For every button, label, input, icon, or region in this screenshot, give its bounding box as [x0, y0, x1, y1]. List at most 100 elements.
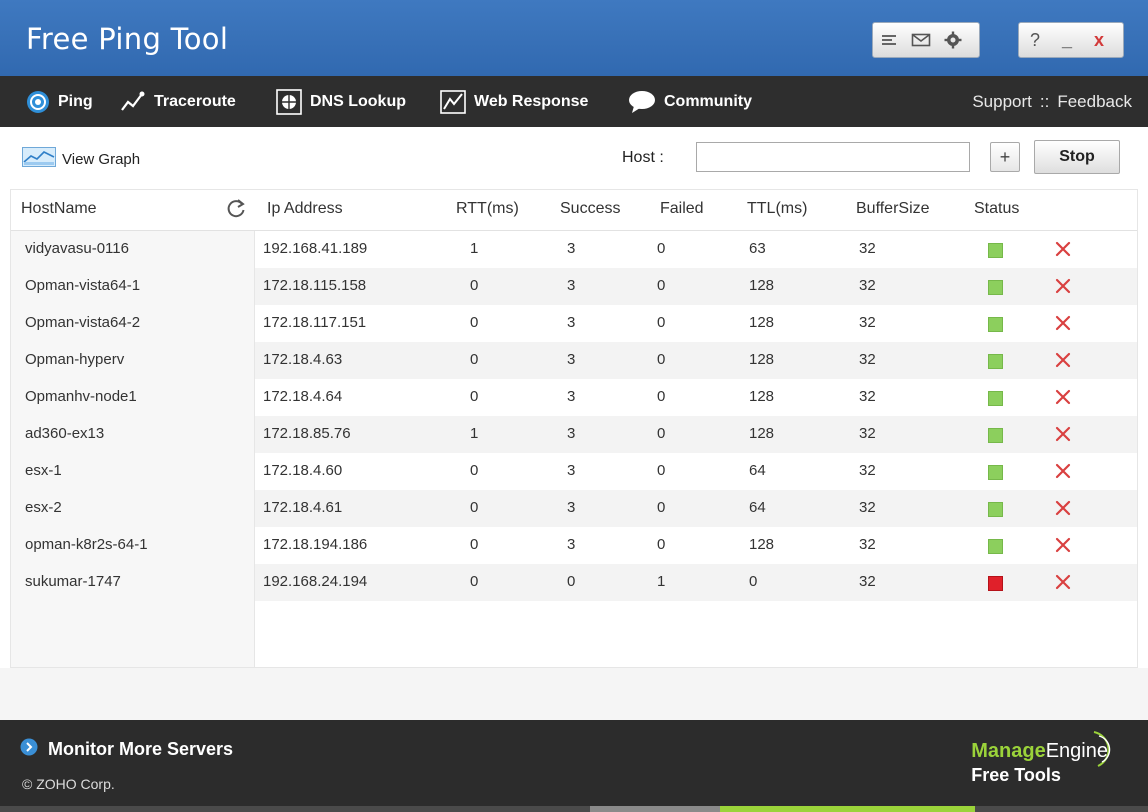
refresh-icon[interactable]	[225, 198, 247, 220]
manageengine-logo[interactable]: Manage Engine Free Tools	[971, 731, 1111, 786]
cell-rtt: 1	[470, 240, 479, 257]
cell-success: 3	[567, 314, 576, 331]
table-row[interactable]: esx-2 172.18.4.61 0 3 0 64 32	[11, 490, 1137, 527]
col-status[interactable]: Status	[974, 200, 1019, 218]
app-title: Free Ping Tool	[26, 22, 229, 56]
feedback-link[interactable]: Feedback	[1057, 92, 1132, 112]
cell-ip-address: 172.18.115.158	[263, 277, 367, 294]
add-host-button[interactable]: +	[990, 142, 1020, 172]
nav-item-community[interactable]: Community	[628, 76, 752, 127]
nav-label-ping: Ping	[58, 92, 93, 110]
table-row[interactable]: esx-1 172.18.4.60 0 3 0 64 32	[11, 453, 1137, 490]
delete-icon[interactable]	[1053, 350, 1073, 370]
table-row[interactable]: Opman-hyperv 172.18.4.63 0 3 0 128 32	[11, 342, 1137, 379]
status-up-icon	[988, 428, 1003, 443]
status-up-icon	[988, 502, 1003, 517]
nav-item-traceroute[interactable]: Traceroute	[120, 76, 236, 127]
mail-icon[interactable]	[905, 24, 937, 56]
cell-buffersize: 32	[859, 240, 876, 257]
nav-item-ping[interactable]: Ping	[26, 76, 93, 127]
cell-failed: 0	[657, 277, 666, 294]
col-buffersize[interactable]: BufferSize	[856, 200, 930, 218]
monitor-more-servers-link[interactable]: Monitor More Servers	[20, 738, 233, 761]
cell-ttl: 128	[749, 351, 775, 368]
row-background	[255, 490, 1137, 527]
cell-success: 3	[567, 351, 576, 368]
footer: Monitor More Servers © ZOHO Corp. Manage…	[0, 720, 1148, 812]
table-row[interactable]: sukumar-1747 192.168.24.194 0 0 1 0 32	[11, 564, 1137, 601]
table-row[interactable]: vidyavasu-0116 192.168.41.189 1 3 0 63 32	[11, 231, 1137, 268]
cell-buffersize: 32	[859, 351, 876, 368]
cell-success: 0	[567, 573, 576, 590]
cell-ip-address: 172.18.4.63	[263, 351, 343, 368]
delete-icon[interactable]	[1053, 572, 1073, 592]
cell-hostname: esx-2	[25, 499, 62, 516]
help-button[interactable]: ?	[1019, 24, 1051, 56]
cell-failed: 0	[657, 388, 666, 405]
cell-buffersize: 32	[859, 425, 876, 442]
view-graph-label: View Graph	[62, 150, 141, 168]
delete-icon[interactable]	[1053, 535, 1073, 555]
notes-icon[interactable]	[873, 24, 905, 56]
nav-links: Support :: Feedback	[972, 76, 1132, 127]
status-up-icon	[988, 280, 1003, 295]
cell-hostname: esx-1	[25, 462, 62, 479]
settings-icon[interactable]	[937, 24, 969, 56]
cell-hostname: Opmanhv-node1	[25, 388, 137, 405]
cell-ttl: 64	[749, 499, 766, 516]
delete-icon[interactable]	[1053, 424, 1073, 444]
delete-icon[interactable]	[1053, 276, 1073, 296]
col-hostname[interactable]: HostName	[21, 200, 97, 218]
web-response-icon	[440, 89, 466, 114]
cell-ip-address: 172.18.85.76	[263, 425, 351, 442]
minimize-button[interactable]: _	[1051, 24, 1083, 56]
cell-success: 3	[567, 536, 576, 553]
table-row[interactable]: ad360-ex13 172.18.85.76 1 3 0 128 32	[11, 416, 1137, 453]
delete-icon[interactable]	[1053, 313, 1073, 333]
cell-rtt: 0	[470, 388, 479, 405]
col-ip-address[interactable]: Ip Address	[267, 200, 343, 218]
col-ttl[interactable]: TTL(ms)	[747, 200, 807, 218]
nav-separator: ::	[1039, 91, 1050, 111]
nav-label-dns-lookup: DNS Lookup	[310, 92, 406, 110]
view-graph-button[interactable]: View Graph	[22, 147, 140, 171]
status-area	[0, 668, 1148, 720]
row-background	[255, 564, 1137, 601]
table-row[interactable]: Opmanhv-node1 172.18.4.64 0 3 0 128 32	[11, 379, 1137, 416]
nav-item-dns-lookup[interactable]: DNS Lookup	[276, 76, 406, 127]
table-row[interactable]: Opman-vista64-2 172.18.117.151 0 3 0 128 32	[11, 305, 1137, 342]
support-link[interactable]: Support	[972, 92, 1032, 112]
title-bar: Free Ping Tool ? _ x	[0, 0, 1148, 76]
cell-rtt: 0	[470, 351, 479, 368]
delete-icon[interactable]	[1053, 239, 1073, 259]
nav-item-web-response[interactable]: Web Response	[440, 76, 588, 127]
cell-failed: 0	[657, 462, 666, 479]
close-button[interactable]: x	[1083, 24, 1115, 56]
cell-ttl: 128	[749, 388, 775, 405]
cell-ip-address: 192.168.24.194	[263, 573, 368, 590]
cell-ip-address: 172.18.194.186	[263, 536, 368, 553]
table-row[interactable]: opman-k8r2s-64-1 172.18.194.186 0 3 0 128 32	[11, 527, 1137, 564]
delete-icon[interactable]	[1053, 387, 1073, 407]
cell-ip-address: 172.18.4.60	[263, 462, 343, 479]
cell-ttl: 63	[749, 240, 766, 257]
status-up-icon	[988, 465, 1003, 480]
row-background	[255, 305, 1137, 342]
cell-failed: 0	[657, 240, 666, 257]
delete-icon[interactable]	[1053, 498, 1073, 518]
table-row[interactable]: Opman-vista64-1 172.18.115.158 0 3 0 128 32	[11, 268, 1137, 305]
cell-success: 3	[567, 425, 576, 442]
dns-icon	[276, 88, 302, 115]
col-failed[interactable]: Failed	[660, 200, 704, 218]
status-up-icon	[988, 317, 1003, 332]
stop-button[interactable]: Stop	[1034, 140, 1120, 174]
delete-icon[interactable]	[1053, 461, 1073, 481]
cell-buffersize: 32	[859, 536, 876, 553]
cell-hostname: Opman-vista64-1	[25, 277, 141, 294]
col-rtt[interactable]: RTT(ms)	[456, 200, 519, 218]
col-success[interactable]: Success	[560, 200, 620, 218]
ping-icon	[26, 90, 50, 114]
swoosh-icon	[1088, 730, 1118, 775]
host-input[interactable]	[696, 142, 970, 172]
cell-ttl: 128	[749, 314, 775, 331]
